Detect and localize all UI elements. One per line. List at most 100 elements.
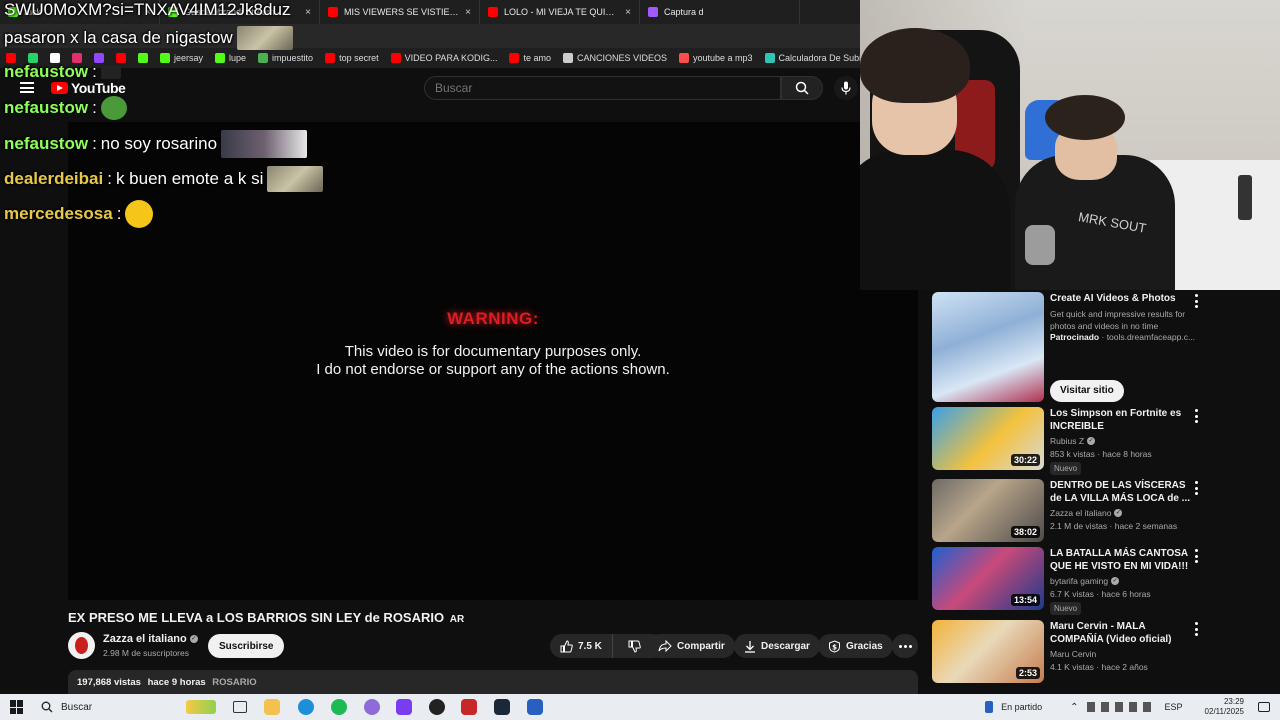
browser-tab[interactable]: MIS VIEWERS SE VISTIERON PARA × (320, 0, 480, 24)
dislike-button[interactable] (618, 634, 651, 658)
youtube-logo-text: YouTube (71, 80, 126, 96)
recommendation-title[interactable]: Maru Cervin - MALA COMPAÑÍA (Video ofici… (1050, 620, 1190, 646)
chat-username: mercedesosa (4, 204, 113, 223)
close-icon[interactable]: × (465, 7, 471, 18)
search-input[interactable] (424, 76, 781, 100)
recommendation-title[interactable]: LA BATALLA MÁS CANTOSA QUE HE VISTO EN M… (1050, 547, 1190, 573)
thumbs-down-icon (628, 640, 641, 653)
capcut-icon[interactable] (396, 699, 412, 715)
chat-username: nefaustow (4, 98, 89, 117)
video-thumbnail[interactable]: 2:53 (932, 620, 1044, 683)
download-button[interactable]: Descargar (734, 634, 820, 658)
bookmark-item[interactable]: impuestito (258, 53, 313, 63)
recommendation-channel[interactable]: Rubius Z ✓ (1050, 436, 1096, 446)
spotify-icon[interactable] (331, 699, 347, 715)
close-icon[interactable]: × (305, 7, 311, 18)
thanks-button[interactable]: $ Gracias (818, 634, 893, 658)
bookmark-item[interactable]: jeersay (160, 53, 203, 63)
description-box[interactable]: 197,868 vistas hace 9 horas ROSARIO (68, 670, 918, 694)
bookmark-item[interactable]: lupe (215, 53, 246, 63)
file-explorer-icon[interactable] (264, 699, 280, 715)
voicemeeter-icon[interactable] (461, 699, 477, 715)
obs-icon[interactable] (429, 699, 445, 715)
bookmark-item[interactable]: te amo (509, 53, 551, 63)
notification-icon[interactable] (1258, 702, 1270, 712)
verified-icon: ✓ (189, 635, 198, 643)
edge-icon[interactable] (298, 699, 314, 715)
person-left-body (860, 150, 1010, 290)
recommendation-item[interactable]: 13:54 LA BATALLA MÁS CANTOSA QUE HE VIST… (932, 547, 1232, 615)
channel-avatar[interactable] (68, 632, 95, 659)
bookmark-icon (258, 53, 269, 63)
discord-icon[interactable] (364, 699, 380, 715)
task-view-icon[interactable] (233, 701, 247, 713)
more-options-icon[interactable] (1194, 294, 1198, 308)
more-options-icon[interactable] (1194, 622, 1198, 636)
channel-name: Maru Cervin (1050, 649, 1097, 659)
bookmark-label: impuestito (272, 53, 314, 63)
video-thumbnail[interactable]: 30:22 (932, 407, 1044, 470)
search-icon (41, 701, 53, 713)
bookmark-item[interactable]: top secret (325, 53, 379, 63)
search-button[interactable] (781, 76, 823, 100)
share-button[interactable]: Compartir (648, 634, 735, 658)
youtube-logo[interactable]: YouTube (51, 80, 126, 96)
recommendation-item[interactable]: 2:53 Maru Cervin - MALA COMPAÑÍA (Video … (932, 620, 1232, 684)
chat-message: nefaustow: (4, 62, 121, 82)
bookmark-item[interactable]: VIDEO PARA KODIG... (390, 53, 497, 63)
more-options-icon[interactable] (1194, 481, 1198, 495)
emote-icon (236, 26, 293, 50)
new-badge: Nuevo (1050, 462, 1082, 475)
more-options-icon[interactable] (1194, 409, 1198, 423)
bookmark-label: lupe (229, 53, 247, 63)
video-player[interactable]: WARNING: This video is for documentary p… (68, 122, 918, 600)
chat-message-text: k buen emote a k si (115, 169, 264, 188)
recommendation-title[interactable]: Los Simpson en Fortnite es INCREIBLE (1050, 407, 1190, 433)
ad-thumbnail[interactable] (932, 292, 1044, 402)
recommendation-channel[interactable]: bytarifa gaming ✓ (1050, 576, 1120, 586)
duration-badge: 13:54 (1010, 594, 1040, 606)
match-status[interactable]: En partido (1001, 702, 1042, 712)
windows-start-icon[interactable] (10, 700, 24, 714)
chat-separator: : (92, 98, 97, 117)
steam-icon[interactable] (494, 699, 510, 715)
channel-name: bytarifa gaming (1050, 576, 1109, 586)
hamburger-menu-icon[interactable] (20, 82, 34, 93)
hashtag[interactable]: ROSARIO (212, 677, 256, 688)
subscribe-button[interactable]: Suscribirse (208, 634, 285, 658)
pepe-emote-icon (100, 96, 127, 120)
clock-time: 23:29 (1223, 697, 1244, 706)
clock[interactable]: 23:29 02/11/2025 (1205, 697, 1244, 717)
more-options-icon[interactable] (1194, 549, 1198, 563)
ad-title[interactable]: Create AI Videos & Photos (1050, 292, 1190, 305)
recommendation-channel[interactable]: Zazza el italiano ✓ (1050, 508, 1123, 518)
browser-tab[interactable]: Captura d (640, 0, 800, 24)
bookmark-item[interactable]: youtube a mp3 (679, 53, 753, 63)
more-actions-button[interactable] (892, 634, 918, 658)
bookmark-item[interactable]: Calculadora De Subi... (764, 53, 860, 63)
bookmark-item[interactable] (138, 53, 148, 63)
app-icon[interactable] (527, 699, 543, 715)
channel-name[interactable]: Zazza el italiano ✓ (103, 633, 198, 645)
bookmark-item[interactable]: CANCIONES VIDEOS (562, 53, 667, 63)
ad-card[interactable]: Create AI Videos & Photos Get quick and … (932, 292, 1232, 404)
visit-site-button[interactable]: Visitar sitio (1050, 380, 1124, 402)
youtube-play-icon (51, 82, 68, 94)
taskbar-search[interactable]: Buscar (35, 694, 220, 720)
voice-search-button[interactable] (834, 76, 858, 100)
keyboard-language[interactable]: ESP (1165, 702, 1183, 712)
video-thumbnail[interactable]: 38:02 (932, 479, 1044, 542)
recommendation-channel[interactable]: Maru Cervin (1050, 649, 1096, 659)
like-button[interactable]: 7.5 K (550, 634, 613, 658)
close-icon[interactable]: × (625, 7, 631, 18)
recommendation-title[interactable]: DENTRO DE LAS VÍSCERAS de LA VILLA MÁS L… (1050, 479, 1190, 505)
recommendation-item[interactable]: 38:02 DENTRO DE LAS VÍSCERAS de LA VILLA… (932, 479, 1232, 543)
chat-link-line: SWU0MoXM?si=TNXAV4IM12Jk8duz (4, 0, 290, 20)
tray-icons[interactable] (1086, 702, 1157, 712)
browser-tab[interactable]: LOLO - MI VIEJA TE QUIERE (SPAN × (480, 0, 640, 24)
video-thumbnail[interactable]: 13:54 (932, 547, 1044, 610)
recommendation-item[interactable]: 30:22 Los Simpson en Fortnite es INCREIB… (932, 407, 1232, 475)
chevron-up-icon[interactable]: ⌃ (1070, 702, 1078, 713)
search-highlight-icon (186, 700, 216, 714)
youtube-icon (488, 7, 498, 17)
